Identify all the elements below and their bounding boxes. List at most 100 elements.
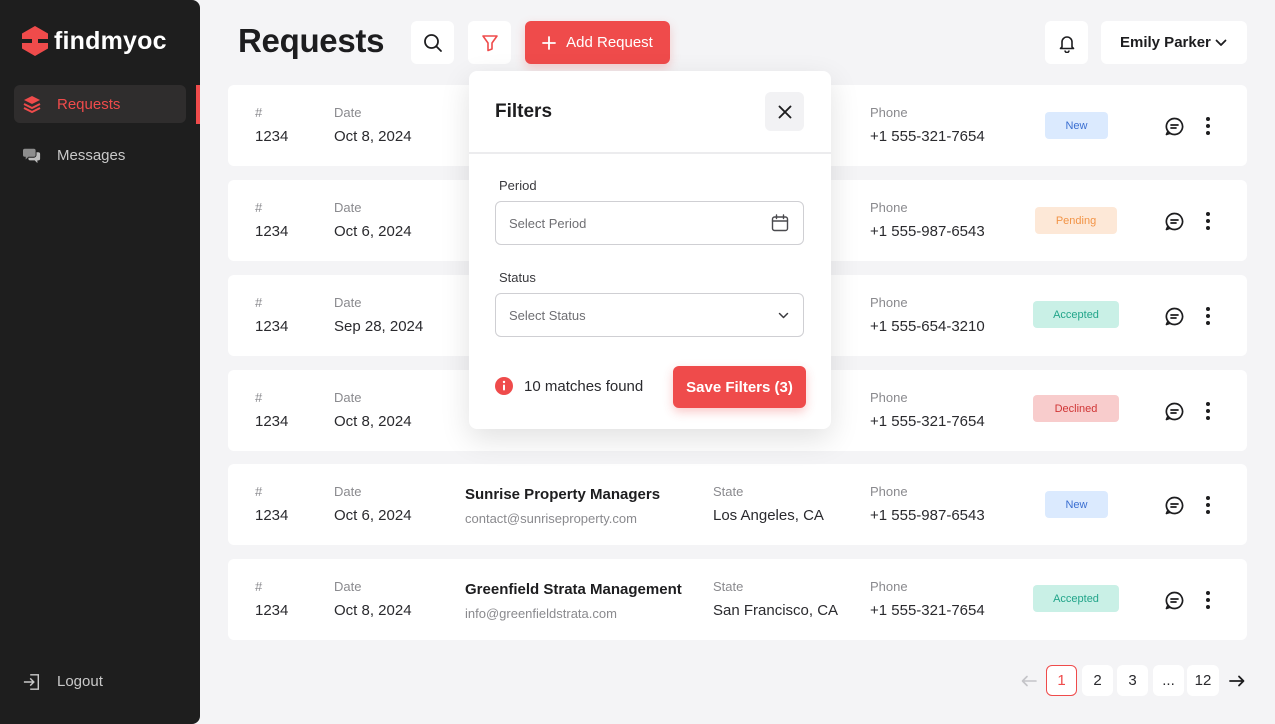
message-button[interactable] [1162, 590, 1186, 610]
sidebar: findmyoc Requests Messages Logout [0, 0, 200, 724]
plus-icon [542, 35, 557, 50]
logo[interactable]: findmyoc [22, 26, 167, 56]
number-label: # [255, 200, 263, 215]
sidebar-item-messages[interactable]: Messages [14, 136, 186, 174]
sidebar-item-label: Messages [57, 146, 126, 164]
page-1-button[interactable]: 1 [1046, 665, 1077, 696]
status-badge: New [1045, 112, 1108, 139]
state-label: State [713, 579, 744, 594]
request-number: 1234 [255, 507, 289, 524]
organization-email[interactable]: info@greenfieldstrata.com [465, 606, 682, 621]
notifications-button[interactable] [1045, 21, 1088, 64]
page-12-button[interactable]: 12 [1187, 665, 1219, 696]
request-phone: +1 555-321-7654 [870, 602, 985, 619]
save-filters-button[interactable]: Save Filters (3) [673, 366, 806, 408]
divider [469, 152, 831, 154]
message-button[interactable] [1162, 116, 1186, 136]
request-number: 1234 [255, 128, 289, 145]
brand-name: findmyoc [54, 26, 167, 55]
message-icon [1165, 402, 1183, 420]
request-date: Sep 28, 2024 [334, 318, 424, 335]
request-date: Oct 6, 2024 [334, 507, 412, 524]
filters-title: Filters [495, 101, 553, 122]
message-icon [1165, 212, 1183, 230]
search-button[interactable] [411, 21, 454, 64]
add-request-label: Add Request [566, 34, 653, 51]
phone-label: Phone [870, 390, 908, 405]
logout-button[interactable]: Logout [14, 662, 186, 700]
request-date: Oct 8, 2024 [334, 602, 412, 619]
chat-bubbles-icon [23, 146, 41, 164]
organization-email[interactable]: contact@sunriseproperty.com [465, 511, 660, 526]
more-options-button[interactable] [1200, 305, 1216, 327]
filter-icon [481, 34, 498, 51]
organization-name: Greenfield Strata Management [465, 581, 682, 598]
user-name: Emily Parker [1120, 34, 1211, 51]
arrow-right-icon [1229, 675, 1245, 687]
more-vertical-icon [1206, 212, 1210, 230]
period-label: Period [499, 178, 537, 193]
phone-label: Phone [870, 295, 908, 310]
message-button[interactable] [1162, 211, 1186, 231]
request-state: San Francisco, CA [713, 602, 839, 619]
message-button[interactable] [1162, 306, 1186, 326]
more-options-button[interactable] [1200, 400, 1216, 422]
table-row[interactable]: #1234 Date Oct 6, 2024 Sunrise Property M… [228, 464, 1247, 545]
more-options-button[interactable] [1200, 210, 1216, 232]
request-date: Oct 8, 2024 [334, 128, 412, 145]
page-ellipsis: ... [1153, 665, 1184, 696]
phone-label: Phone [870, 105, 908, 120]
date-label: Date [334, 579, 362, 594]
add-request-button[interactable]: Add Request [525, 21, 670, 64]
sidebar-item-requests[interactable]: Requests [14, 85, 186, 123]
status-select[interactable]: Select Status [495, 293, 804, 337]
more-vertical-icon [1206, 402, 1210, 420]
prev-page-button[interactable] [1018, 668, 1040, 694]
filter-button[interactable] [468, 21, 511, 64]
request-number: 1234 [255, 318, 289, 335]
table-row[interactable]: #1234 Date Oct 8, 2024 Greenfield Strata … [228, 559, 1247, 640]
status-label: Status [499, 270, 536, 285]
status-badge: New [1045, 491, 1108, 518]
more-options-button[interactable] [1200, 589, 1216, 611]
phone-label: Phone [870, 200, 908, 215]
request-state: Los Angeles, CA [713, 507, 824, 524]
page-3-button[interactable]: 3 [1117, 665, 1148, 696]
request-phone: +1 555-987-6543 [870, 507, 985, 524]
more-options-button[interactable] [1200, 115, 1216, 137]
chevron-down-icon [1215, 39, 1227, 46]
request-number: 1234 [255, 223, 289, 240]
date-label: Date [334, 295, 362, 310]
request-number: 1234 [255, 602, 289, 619]
matches-info: 10 matches found [495, 377, 643, 395]
message-icon [1165, 307, 1183, 325]
request-number: 1234 [255, 413, 289, 430]
more-vertical-icon [1206, 591, 1210, 609]
logout-icon [23, 672, 41, 690]
number-label: # [255, 484, 263, 499]
more-options-button[interactable] [1200, 494, 1216, 516]
request-date: Oct 6, 2024 [334, 223, 412, 240]
user-menu[interactable]: Emily Parker [1101, 21, 1247, 64]
number-label: # [255, 105, 263, 120]
more-vertical-icon [1206, 496, 1210, 514]
period-select[interactable]: Select Period [495, 201, 804, 245]
phone-label: Phone [870, 484, 908, 499]
filters-panel: Filters Period Select Period Status Sele… [469, 71, 831, 429]
search-icon [423, 33, 442, 52]
sidebar-item-label: Requests [57, 95, 121, 113]
message-button[interactable] [1162, 401, 1186, 421]
message-button[interactable] [1162, 495, 1186, 515]
request-phone: +1 555-321-7654 [870, 128, 985, 145]
page-2-button[interactable]: 2 [1082, 665, 1113, 696]
next-page-button[interactable] [1226, 668, 1248, 694]
close-filters-button[interactable] [765, 92, 804, 131]
request-date: Oct 8, 2024 [334, 413, 412, 430]
status-badge: Accepted [1033, 585, 1119, 612]
bell-icon [1059, 35, 1074, 53]
chevron-down-icon [778, 312, 789, 318]
close-icon [778, 105, 791, 118]
message-icon [1165, 591, 1183, 609]
date-label: Date [334, 200, 362, 215]
date-label: Date [334, 484, 362, 499]
